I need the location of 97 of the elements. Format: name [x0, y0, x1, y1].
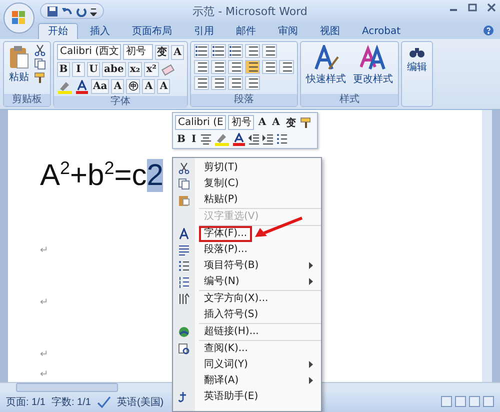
format-button[interactable]: A: [256, 116, 268, 130]
spelling-check-icon[interactable]: [96, 396, 111, 408]
help-icon[interactable]: [483, 25, 494, 36]
paragraph-mark: ↵: [40, 246, 48, 256]
format-painter-icon[interactable]: [34, 72, 46, 84]
format-button[interactable]: Aa: [91, 79, 110, 94]
format-button[interactable]: I: [72, 62, 85, 77]
menu-item[interactable]: 插入符号(S): [173, 307, 321, 323]
menu-item[interactable]: 编号(N): [173, 274, 321, 290]
format-button[interactable]: A: [111, 79, 124, 94]
format-button[interactable]: 变: [155, 44, 169, 60]
paragraph-mark: ↵: [40, 350, 48, 360]
font-size-field[interactable]: 初号: [228, 115, 254, 130]
submenu-arrow-icon: [309, 377, 313, 384]
status-text[interactable]: 页面: 1/1: [6, 395, 46, 409]
ribbon-tab[interactable]: 插入: [80, 23, 120, 39]
scissors-icon: [178, 162, 190, 174]
format-button[interactable]: A: [270, 116, 282, 130]
paste-button[interactable]: 粘贴: [7, 44, 31, 85]
font-name-field[interactable]: Calibri (E: [175, 115, 226, 130]
redo-icon[interactable]: [76, 6, 87, 16]
status-text[interactable]: 英语(美国): [116, 395, 164, 409]
menu-item[interactable]: 同义词(Y): [173, 357, 321, 373]
font-color-icon[interactable]: [75, 80, 89, 94]
clipboard-icon: [178, 194, 190, 206]
submenu-arrow-icon: [309, 361, 313, 368]
submenu-arrow-icon: [309, 278, 313, 285]
cut-icon[interactable]: [34, 44, 46, 56]
group-label: 字体: [54, 96, 187, 108]
format-painter-icon[interactable]: [300, 116, 312, 128]
ribbon-tab[interactable]: 开始: [38, 23, 78, 39]
menu-item[interactable]: 查阅(K)...: [173, 341, 321, 357]
ribbon-tab[interactable]: 引用: [184, 23, 224, 39]
format-button[interactable]: x²: [144, 62, 159, 77]
format-button[interactable]: B: [57, 62, 70, 77]
font-color-icon[interactable]: [232, 132, 246, 146]
font-name-field[interactable]: Calibri (西文: [57, 44, 121, 60]
menu-item[interactable]: 段落(P)...: [173, 242, 321, 258]
letter-a-brush-icon: [313, 45, 339, 71]
copy-icon: [178, 178, 190, 190]
clipboard-icon: [9, 45, 29, 69]
text-direction-icon: [178, 293, 190, 305]
menu-item[interactable]: 粘贴(P): [173, 192, 321, 208]
format-button[interactable]: A: [142, 79, 156, 94]
bullets-icon[interactable]: [276, 133, 288, 145]
group-label: 样式: [301, 94, 398, 106]
ribbon-tab[interactable]: 邮件: [226, 23, 266, 39]
format-button[interactable]: x₂: [128, 62, 142, 77]
menu-item[interactable]: 项目符号(B): [173, 258, 321, 274]
font-size-field[interactable]: 初号: [123, 44, 153, 60]
book-search-icon: [178, 343, 190, 355]
menu-item[interactable]: 剪切(T): [173, 160, 321, 176]
format-button[interactable]: U: [87, 62, 100, 77]
letter-a-icon: [178, 228, 190, 240]
save-icon[interactable]: [47, 6, 58, 16]
selected-text: 2: [146, 159, 164, 192]
format-button[interactable]: I: [189, 132, 198, 146]
menu-item[interactable]: 字体(F)...: [173, 226, 321, 242]
format-button[interactable]: B: [175, 132, 188, 146]
copy-icon[interactable]: [34, 58, 46, 70]
vertical-scrollbar[interactable]: [482, 110, 492, 382]
format-button[interactable]: abe: [102, 62, 126, 77]
submenu-arrow-icon: [309, 262, 313, 269]
scrollbar-thumb[interactable]: [16, 383, 118, 392]
close-icon[interactable]: [487, 3, 496, 12]
style-button[interactable]: 快速样式: [304, 44, 348, 87]
ribbon-tab[interactable]: Acrobat: [352, 23, 411, 39]
format-button[interactable]: ㊥: [126, 79, 140, 94]
letter-a-pair-icon: [360, 45, 386, 71]
format-button[interactable]: 变: [284, 116, 298, 130]
format-button[interactable]: A: [157, 79, 170, 94]
binoculars-icon: [409, 45, 425, 59]
globe-link-icon: [178, 326, 190, 338]
window-title: 示范 - Microsoft Word: [192, 4, 308, 19]
paragraph-icon: [178, 244, 190, 256]
menu-item[interactable]: 文字方向(X)...: [173, 291, 321, 307]
undo-icon[interactable]: [61, 6, 73, 16]
status-text[interactable]: 字数: 1/1: [51, 395, 91, 409]
eraser-icon[interactable]: [160, 62, 175, 76]
ribbon-tab[interactable]: 页面布局: [122, 23, 182, 39]
menu-item[interactable]: 翻译(A): [173, 373, 321, 389]
equation-text: A$^{2}$+b$^{2}$=c: [40, 159, 147, 192]
style-button[interactable]: 更改样式: [351, 44, 395, 87]
format-button[interactable]: A: [171, 44, 184, 60]
dropdown-icon[interactable]: [90, 6, 97, 16]
group-label: 段落: [191, 94, 297, 106]
maximize-icon[interactable]: [468, 3, 477, 12]
ribbon-tab[interactable]: 视图: [310, 23, 350, 39]
group-label: 剪贴板: [4, 94, 50, 106]
paragraph-mark: ↵: [40, 370, 48, 380]
ribbon-tab[interactable]: 审阅: [268, 23, 308, 39]
bullets-icon: [178, 260, 190, 272]
menu-item[interactable]: 复制(C): [173, 176, 321, 192]
menu-item[interactable]: 超链接(H)...: [173, 324, 321, 340]
menu-item[interactable]: 英语助手(E): [173, 389, 321, 405]
paragraph-mark: ↵: [40, 298, 48, 308]
bullets-icon[interactable]: [194, 44, 209, 58]
